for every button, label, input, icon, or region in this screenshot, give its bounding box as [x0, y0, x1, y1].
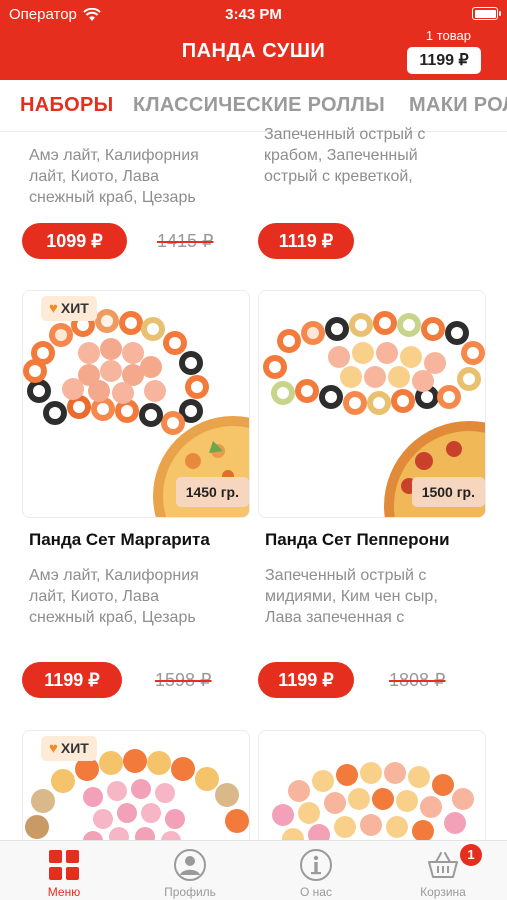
product-description: Запеченный острый с мидиями, Ким чен сыр…: [265, 567, 438, 626]
product-image: 1500 гр.: [258, 290, 486, 518]
hit-badge: ♥ ХИТ: [41, 736, 97, 761]
status-time: 3:43 PM: [225, 6, 282, 23]
old-price: 1415 ₽: [157, 231, 214, 251]
product-name: Панда Сет Пепперони: [265, 530, 450, 549]
old-price: 1598 ₽: [155, 670, 212, 690]
tabbar-item-menu[interactable]: Меню: [1, 841, 127, 900]
product-image: ♥ ХИТ 1450 гр.: [22, 290, 250, 518]
price-button[interactable]: 1099 ₽: [22, 223, 127, 259]
tabbar-label: Корзина: [420, 885, 466, 899]
tabbar-label: О нас: [300, 885, 332, 899]
tabbar-item-profile[interactable]: Профиль: [127, 841, 253, 900]
tabbar-label: Меню: [47, 885, 81, 899]
product-description: Запеченный острый с крабом, Запеченный о…: [264, 126, 426, 185]
product-description: Амэ лайт, Калифорния лайт, Киото, Лава с…: [29, 147, 199, 206]
tab-maki-rolls[interactable]: МАКИ РОЛ: [409, 94, 507, 117]
cart-badge: 1: [460, 844, 482, 866]
price-button[interactable]: 1199 ₽: [22, 662, 122, 698]
old-price: 1808 ₽: [389, 670, 446, 690]
tabbar-item-cart[interactable]: 1 Корзина: [380, 841, 506, 900]
cart-icon: [428, 852, 458, 878]
bottom-tab-bar: Меню Профиль О нас 1 Корзина: [0, 840, 507, 900]
weight-label: 1500 гр.: [411, 477, 485, 507]
tab-sets[interactable]: НАБОРЫ: [20, 94, 114, 117]
status-bar: Оператор 3:43 PM: [0, 0, 507, 28]
app-header: Оператор 3:43 PM ПАНДА СУШИ 1 товар 1199…: [0, 0, 507, 80]
battery-icon: [472, 7, 501, 20]
product-card[interactable]: 1500 гр. Панда Сет Пепперони Запеченный …: [258, 290, 486, 718]
product-name: Панда Сет Маргарита: [29, 530, 210, 549]
profile-icon: [174, 849, 206, 881]
product-card[interactable]: Амэ лайт, Калифорния лайт, Киото, Лава с…: [22, 132, 250, 262]
cart-total-button[interactable]: 1199 ₽: [407, 47, 481, 74]
menu-grid-icon: [49, 850, 79, 880]
product-card[interactable]: ♥ ХИТ 1450 гр. Панда Сет Маргарита Амэ ла…: [22, 290, 250, 718]
hit-badge: ♥ ХИТ: [41, 296, 97, 321]
price-button[interactable]: 1119 ₽: [258, 223, 354, 259]
heart-icon: ♥: [49, 740, 58, 757]
price-button[interactable]: 1199 ₽: [258, 662, 354, 698]
product-card[interactable]: Запеченный острый с крабом, Запеченный о…: [258, 126, 486, 262]
weight-label: 1450 гр.: [175, 477, 249, 507]
tabbar-label: Профиль: [164, 885, 216, 899]
tab-classic-rolls[interactable]: КЛАССИЧЕСКИЕ РОЛЛЫ: [133, 94, 385, 117]
tabbar-item-about[interactable]: О нас: [253, 841, 379, 900]
heart-icon: ♥: [49, 300, 58, 317]
product-description: Амэ лайт, Калифорния лайт, Киото, Лава с…: [29, 567, 199, 626]
info-icon: [300, 849, 332, 881]
app-screen: Оператор 3:43 PM ПАНДА СУШИ 1 товар 1199…: [0, 0, 507, 900]
cart-item-count: 1 товар: [425, 28, 471, 43]
